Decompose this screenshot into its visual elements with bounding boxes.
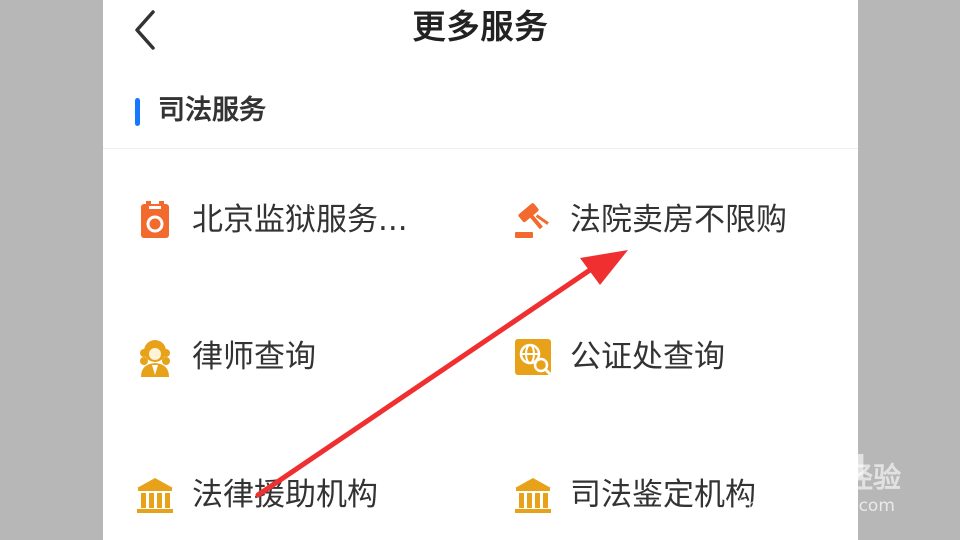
institution-icon (513, 475, 553, 515)
header: 更多服务 (103, 0, 858, 62)
left-gray-margin (0, 0, 103, 540)
notary-search-icon (513, 337, 553, 377)
lawyer-icon (135, 337, 175, 377)
section-accent-bar (135, 98, 140, 126)
service-label: 司法鉴定机构 (570, 477, 756, 513)
service-label: 律师查询 (192, 339, 316, 375)
service-label: 公证处查询 (570, 339, 725, 375)
service-item-legal-aid[interactable]: 法律援助机构 (135, 465, 465, 525)
service-label: 法律援助机构 (192, 477, 378, 513)
service-label: 北京监狱服务... (192, 202, 408, 238)
service-item-notary[interactable]: 公证处查询 (513, 327, 843, 387)
service-item-court-housing[interactable]: 法院卖房不限购 (513, 190, 843, 250)
phone-screen: 更多服务 司法服务 北京监狱服务... 法院卖房不限购 律师查询 公证处查询 法… (103, 0, 858, 540)
service-item-lawyer[interactable]: 律师查询 (135, 327, 465, 387)
right-gray-margin (858, 0, 960, 540)
institution-icon (135, 475, 175, 515)
prison-badge-icon (135, 200, 175, 240)
gavel-icon (513, 200, 553, 240)
service-item-forensic[interactable]: 司法鉴定机构 (513, 465, 843, 525)
service-label: 法院卖房不限购 (570, 202, 787, 238)
section-header: 司法服务 (103, 82, 858, 149)
service-item-prison[interactable]: 北京监狱服务... (135, 190, 465, 250)
section-title: 司法服务 (158, 95, 266, 126)
page-title: 更多服务 (412, 7, 549, 46)
